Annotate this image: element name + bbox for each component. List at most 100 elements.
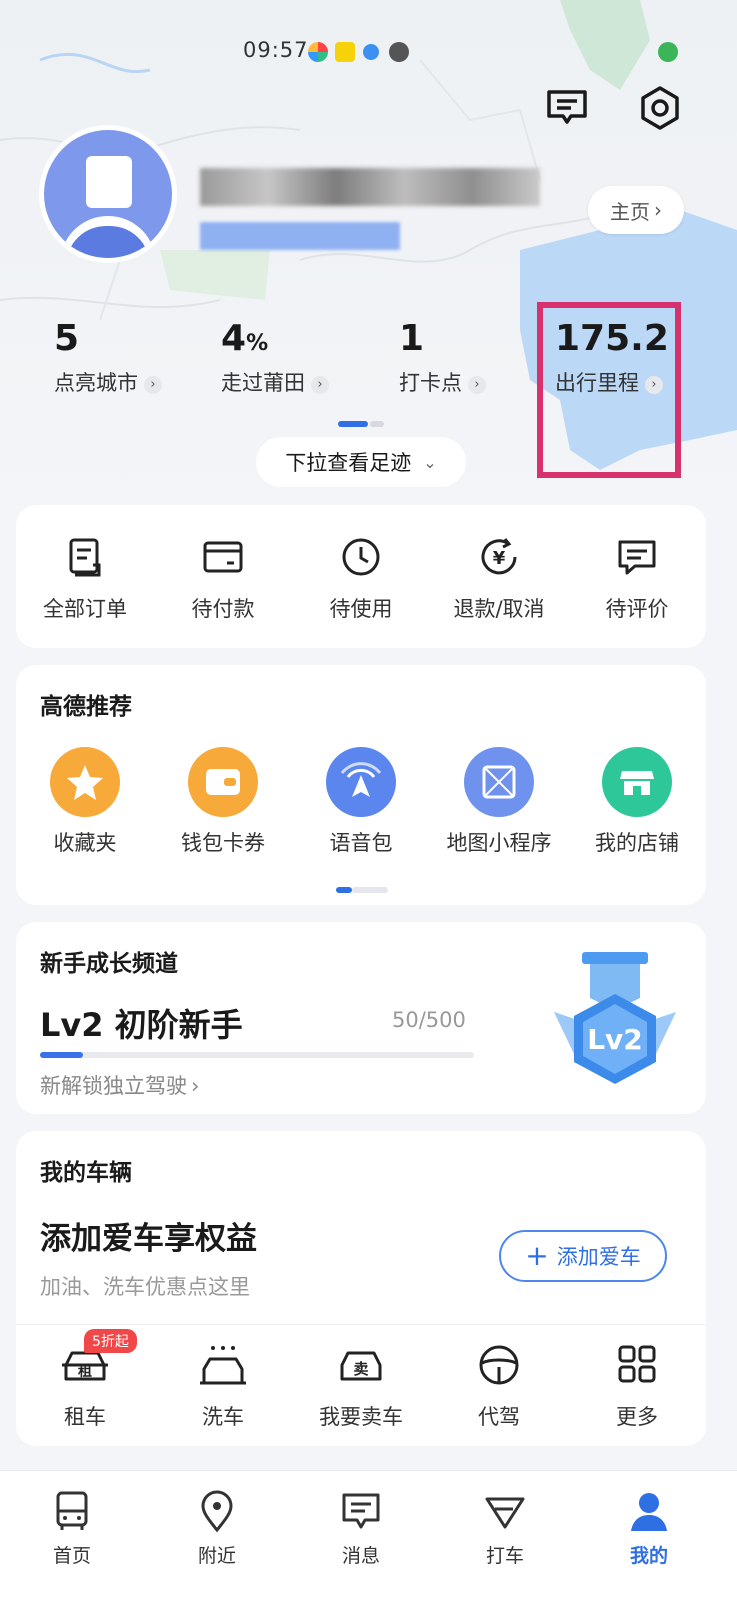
vehicle-card: 我的车辆 添加爱车享权益 加油、洗车优惠点这里 + 添加爱车 租 5折起 租车 洗… — [16, 1131, 706, 1446]
chevron-right-icon: › — [311, 376, 329, 394]
app-notification-icon — [308, 42, 328, 62]
stat-cities[interactable]: 5 点亮城市 › — [54, 318, 162, 397]
wallet-icon — [188, 747, 258, 817]
stat-checkins[interactable]: 1 打卡点 › — [399, 318, 486, 397]
user-id-blurred — [200, 222, 400, 250]
bottom-tab-bar: 首页 附近 消息 打车 我的 — [0, 1470, 737, 1601]
add-car-button[interactable]: + 添加爱车 — [499, 1230, 667, 1282]
order-label: 退款/取消 — [453, 597, 545, 621]
pull-down-label: 下拉查看足迹 — [285, 451, 412, 475]
status-bar: 09:57 — [0, 34, 737, 64]
level-title: Lv2 初阶新手 — [40, 1006, 243, 1044]
grid-more-icon — [618, 1345, 656, 1383]
mini-program-icon — [464, 747, 534, 817]
service-label: 洗车 — [202, 1405, 244, 1429]
tab-label: 打车 — [485, 1545, 524, 1567]
voice-nav-icon — [326, 747, 396, 817]
rec-shop[interactable]: 我的店铺 — [568, 747, 706, 857]
chevron-right-icon: › — [191, 1074, 200, 1098]
refund-yen-icon: ¥ — [481, 538, 517, 575]
tab-messages[interactable]: 消息 — [316, 1489, 406, 1568]
orders-card: 全部订单 待付款 待使用 ¥ 退款/取消 待评价 — [16, 505, 706, 648]
browser-icon — [363, 44, 379, 60]
tab-label: 附近 — [197, 1545, 236, 1567]
service-car-wash[interactable]: 洗车 — [154, 1343, 292, 1431]
stat-value: 4 — [221, 318, 247, 359]
order-label: 待使用 — [329, 597, 393, 621]
stat-label: 点亮城市 — [54, 371, 138, 395]
tab-taxi[interactable]: 打车 — [460, 1489, 550, 1568]
service-label: 更多 — [616, 1405, 658, 1429]
clock-icon — [342, 538, 380, 576]
rec-voice[interactable]: 语音包 — [292, 747, 430, 857]
chevron-right-icon: › — [468, 376, 486, 394]
stat-label: 打卡点 — [399, 371, 462, 395]
progress-text: 50/500 — [392, 1008, 466, 1032]
message-center-icon[interactable] — [543, 84, 591, 132]
order-list-icon — [69, 538, 101, 577]
tab-nearby[interactable]: 附近 — [172, 1489, 262, 1568]
service-label: 代驾 — [478, 1405, 520, 1429]
profile-icon — [631, 1493, 667, 1531]
service-more[interactable]: 更多 — [568, 1343, 706, 1431]
level-badge-icon: Lv2 — [550, 950, 680, 1098]
rec-wallet[interactable]: 钱包卡券 — [154, 747, 292, 857]
order-label: 待评价 — [605, 597, 669, 621]
comment-icon — [618, 540, 656, 575]
settings-gear-icon[interactable] — [636, 84, 684, 132]
service-designated-driver[interactable]: 代驾 — [430, 1343, 568, 1431]
pull-down-footprint-button[interactable]: 下拉查看足迹 ⌄ — [256, 437, 466, 487]
highlight-annotation-box — [537, 302, 681, 478]
tab-label: 首页 — [52, 1545, 91, 1567]
rec-favorites[interactable]: 收藏夹 — [16, 747, 154, 857]
steering-wheel-icon — [479, 1345, 519, 1385]
stat-label: 走过莆田 — [221, 371, 305, 395]
order-refund[interactable]: ¥ 退款/取消 — [430, 535, 568, 623]
shop-icon — [602, 747, 672, 817]
vehicle-title: 我的车辆 — [40, 1160, 132, 1186]
mic-indicator-icon — [658, 42, 678, 62]
order-label: 待付款 — [191, 597, 255, 621]
rec-label: 我的店铺 — [595, 831, 679, 855]
rec-mini-program[interactable]: 地图小程序 — [430, 747, 568, 857]
tab-home[interactable]: 首页 — [27, 1489, 117, 1568]
progress-fill — [40, 1052, 84, 1058]
plus-icon: + — [525, 1239, 549, 1272]
tab-label: 消息 — [341, 1545, 380, 1567]
order-all[interactable]: 全部订单 — [16, 535, 154, 623]
service-label: 租车 — [64, 1405, 106, 1429]
message-icon — [342, 1493, 380, 1529]
sell-car-icon: 卖 — [340, 1351, 382, 1381]
unlock-link[interactable]: 新解锁独立驾驶 › — [40, 1070, 199, 1100]
page-indicator-active — [338, 421, 368, 427]
svg-text:¥: ¥ — [493, 548, 506, 569]
order-review[interactable]: 待评价 — [568, 535, 706, 623]
page-indicator — [352, 887, 388, 893]
growth-card[interactable]: 新手成长频道 Lv2 初阶新手 50/500 新解锁独立驾驶 › Lv2 — [16, 922, 706, 1114]
sell-glyph: 卖 — [353, 1360, 368, 1378]
page-indicator — [370, 421, 384, 427]
chevron-right-icon: › — [654, 198, 662, 222]
location-pin-icon — [201, 1490, 233, 1533]
chevron-right-icon: › — [144, 376, 162, 394]
wallet-card-icon — [203, 541, 243, 573]
stat-value: 5 — [54, 318, 80, 359]
tab-mine[interactable]: 我的 — [604, 1489, 694, 1568]
order-label: 全部订单 — [43, 597, 127, 621]
rec-label: 地图小程序 — [446, 831, 552, 855]
rec-label: 钱包卡券 — [181, 831, 265, 855]
stat-putian[interactable]: 4% 走过莆田 › — [221, 318, 329, 397]
vehicle-subtitle: 加油、洗车优惠点这里 — [40, 1275, 250, 1299]
chat-bubble-icon — [389, 42, 409, 62]
service-rent-car[interactable]: 租 5折起 租车 — [16, 1329, 154, 1431]
avatar[interactable] — [44, 130, 172, 258]
order-to-use[interactable]: 待使用 — [292, 535, 430, 623]
service-sell-car[interactable]: 卖 我要卖车 — [292, 1343, 430, 1431]
stat-unit: % — [246, 331, 269, 356]
home-page-button[interactable]: 主页 › — [588, 186, 684, 234]
discount-badge: 5折起 — [84, 1329, 137, 1353]
progress-bar — [40, 1052, 474, 1058]
car-wash-icon — [200, 1346, 246, 1385]
page-indicator-active — [336, 887, 352, 893]
order-unpaid[interactable]: 待付款 — [154, 535, 292, 623]
